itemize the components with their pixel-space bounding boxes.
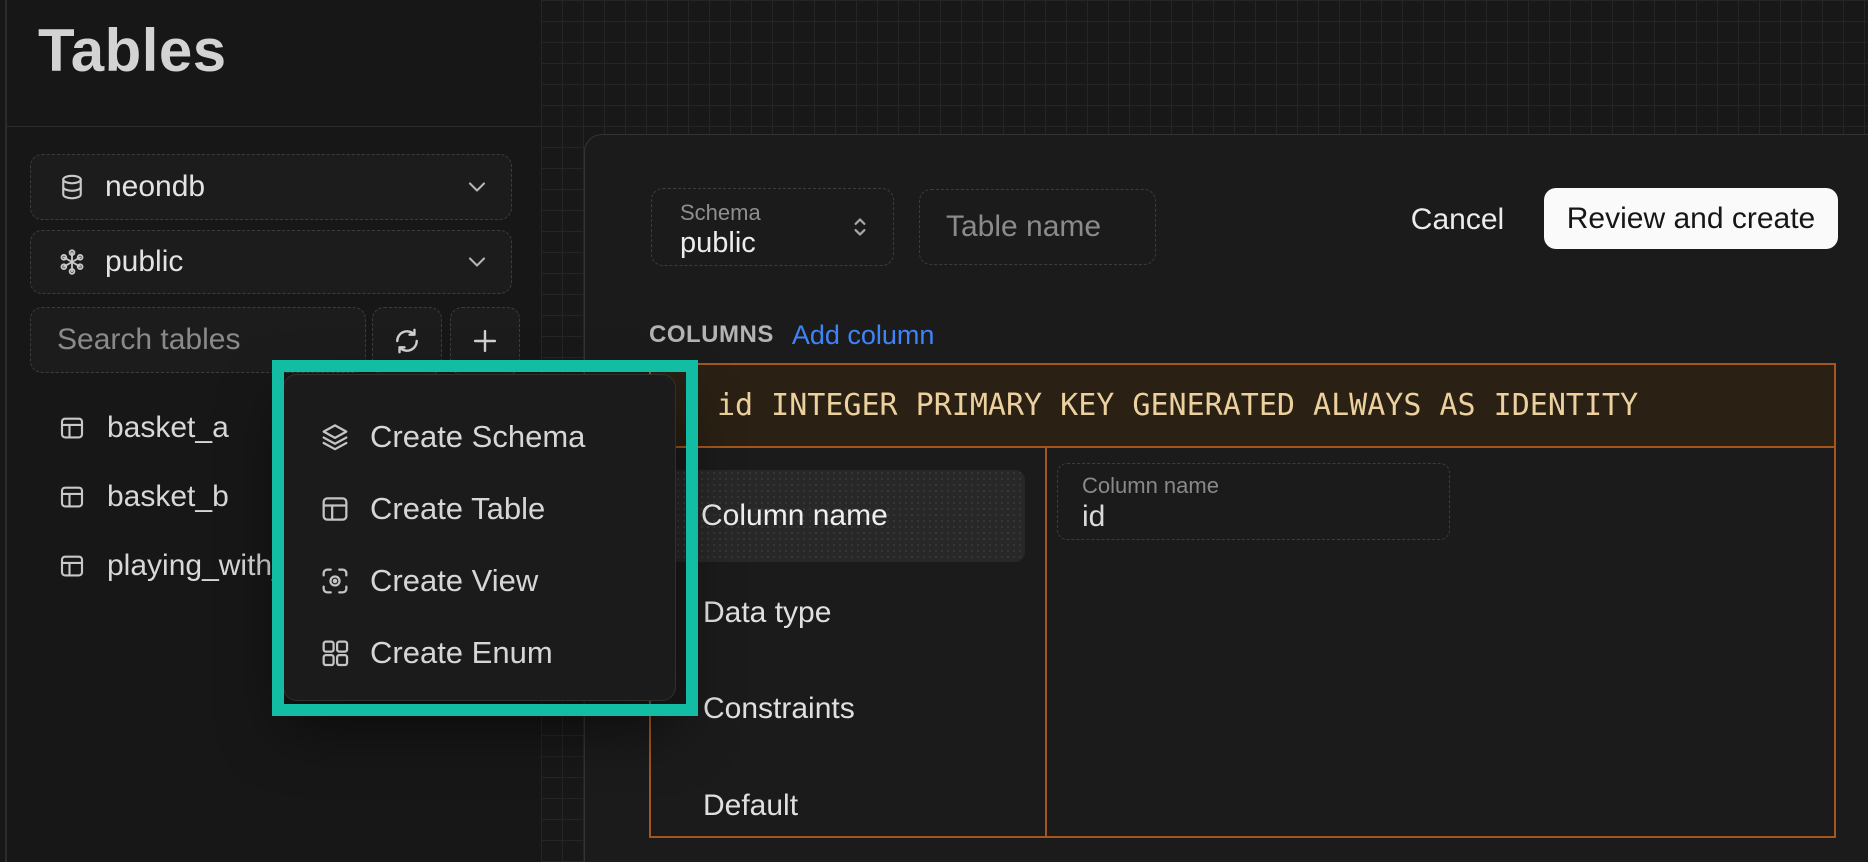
enum-icon: [318, 636, 352, 670]
menu-item-create-enum[interactable]: Create Enum: [284, 617, 675, 689]
tab-constraints[interactable]: Constraints: [703, 694, 855, 724]
menu-item-create-schema[interactable]: Create Schema: [284, 401, 675, 473]
unfold-chevrons-icon: [845, 212, 875, 242]
refresh-icon: [391, 325, 423, 357]
database-icon: [57, 172, 87, 202]
tab-default[interactable]: Default: [703, 791, 798, 821]
table-name: playing_with_: [107, 549, 289, 583]
view-icon: [318, 564, 352, 598]
menu-item-label: Create View: [370, 563, 538, 599]
chevron-down-icon: [463, 173, 491, 201]
menu-item-label: Create Table: [370, 491, 545, 527]
page-title: Tables: [38, 16, 227, 85]
review-and-create-button[interactable]: Review and create: [1544, 188, 1838, 249]
table-icon: [318, 492, 352, 526]
table-name-box: [919, 189, 1156, 265]
column-form-panel: Column name: [1047, 448, 1834, 836]
column-sql-text: id INTEGER PRIMARY KEY GENERATED ALWAYS …: [717, 388, 1638, 423]
table-name: basket_b: [107, 480, 229, 514]
search-tables-input[interactable]: [31, 308, 365, 372]
create-dropdown-menu: Create Schema Create Table Create View: [283, 374, 676, 701]
table-name-input[interactable]: [920, 190, 1181, 264]
add-column-link[interactable]: Add column: [792, 320, 935, 351]
database-select[interactable]: neondb: [30, 154, 512, 220]
schema-select-value: public: [105, 245, 183, 279]
column-name-box: Column name: [1057, 463, 1450, 540]
menu-item-label: Create Schema: [370, 419, 585, 455]
schema-icon: [57, 247, 87, 277]
column-name-label: Column name: [1082, 473, 1219, 499]
schema-field-value: public: [680, 227, 756, 260]
search-tables-box: [30, 307, 366, 373]
menu-item-create-view[interactable]: Create View: [284, 545, 675, 617]
column-sql-row[interactable]: id INTEGER PRIMARY KEY GENERATED ALWAYS …: [651, 365, 1834, 448]
menu-item-create-table[interactable]: Create Table: [284, 473, 675, 545]
cancel-button[interactable]: Cancel: [1400, 188, 1515, 250]
column-editor-box: id INTEGER PRIMARY KEY GENERATED ALWAYS …: [649, 363, 1836, 838]
editor-schema-select[interactable]: Schema public: [651, 188, 894, 266]
chevron-down-icon: [463, 248, 491, 276]
tab-column-name[interactable]: Column name: [663, 470, 1025, 562]
menu-item-label: Create Enum: [370, 635, 553, 671]
plus-icon: [468, 324, 502, 358]
sidebar-divider: [6, 126, 541, 127]
column-form-body: Column name Data type Constraints Defaul…: [651, 448, 1834, 836]
schema-field-label: Schema: [680, 200, 761, 226]
columns-heading: COLUMNS: [649, 321, 774, 349]
neon-tables-page: Tables neondb: [0, 0, 1868, 862]
database-select-value: neondb: [105, 170, 205, 204]
column-name-input[interactable]: [1082, 500, 1412, 534]
create-table-panel: Schema public Cancel Review and create C…: [584, 134, 1868, 862]
refresh-tables-button[interactable]: [372, 307, 442, 375]
layers-icon: [318, 420, 352, 454]
table-name: basket_a: [107, 411, 229, 445]
tab-data-type[interactable]: Data type: [703, 598, 831, 628]
table-icon: [57, 551, 87, 581]
columns-section-header: COLUMNS Add column: [649, 307, 934, 363]
table-icon: [57, 413, 87, 443]
schema-select[interactable]: public: [30, 230, 512, 294]
column-form-tabs: Column name Data type Constraints Defaul…: [651, 448, 1045, 836]
create-new-button[interactable]: [450, 307, 520, 375]
table-icon: [57, 482, 87, 512]
